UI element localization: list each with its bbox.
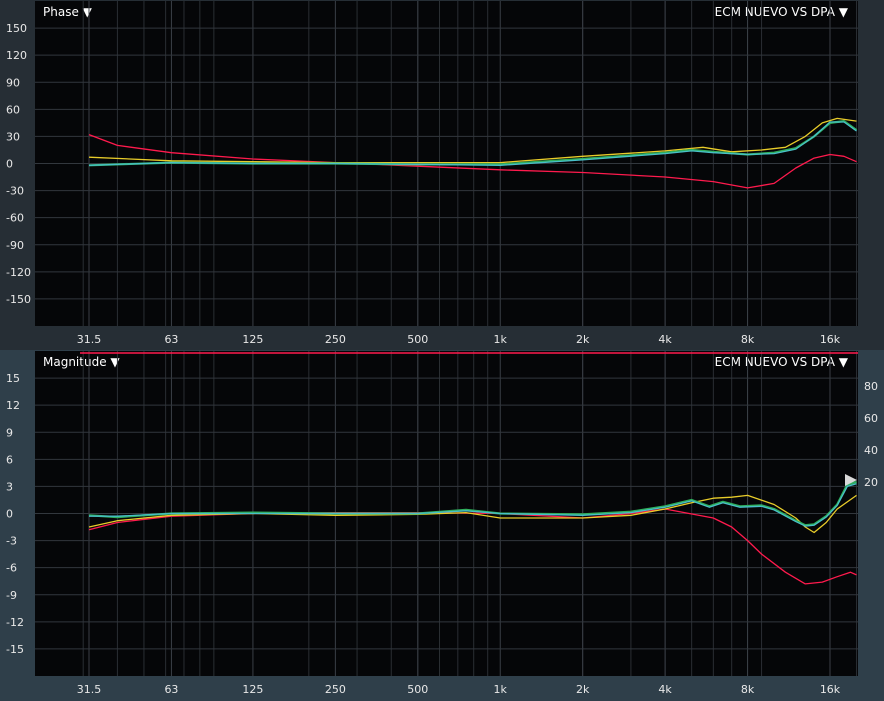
phase-y-tick-label: 150: [6, 22, 27, 35]
phase-panel: Phase ▼ ECM NUEVO VS DPA ▼ 150 120 90 60 30 0…: [0, 0, 884, 350]
phase-y-tick-label: -60: [6, 212, 24, 225]
magnitude-y2-tick-label: 80: [864, 380, 878, 393]
phase-x-tick-label: 4k: [658, 333, 672, 346]
magnitude-y2-tick-label: 40: [864, 444, 878, 457]
phase-y-tick-label: -120: [6, 266, 31, 279]
magnitude-y-tick-label: -9: [6, 589, 17, 602]
magnitude-chart: 15129630-3-6-9-12-1531.5 63 125 250 500 1k 2k 4…: [6, 351, 878, 696]
magnitude-y2-tick-label: 60: [864, 412, 878, 425]
transfer-function-window: Phase ▼ ECM NUEVO VS DPA ▼ 150 120 90 60 30 0…: [0, 0, 884, 701]
magnitude-x-tick-label: 2k: [576, 683, 590, 696]
magnitude-y-tick-label: -15: [6, 643, 24, 656]
phase-chart: 150 120 90 60 30 0 -30 -60 -90 -120 -150 31.5 63 125 2…: [6, 1, 858, 346]
magnitude-y-tick-label: 0: [6, 508, 13, 521]
magnitude-y-tick-label: 15: [6, 372, 20, 385]
phase-x-tick-label: 1k: [494, 333, 508, 346]
magnitude-series-green: [88, 480, 857, 527]
phase-x-tick-label: 2k: [576, 333, 590, 346]
phase-y-tick-label: 0: [6, 158, 13, 171]
magnitude-y-tick-label: 3: [6, 480, 13, 493]
magnitude-series-red: [88, 508, 857, 585]
magnitude-x-tick-label: 16k: [820, 683, 841, 696]
magnitude-x-tick-label: 4k: [658, 683, 672, 696]
phase-x-tick-label: 125: [242, 333, 263, 346]
magnitude-y-tick-label: 9: [6, 426, 13, 439]
phase-series-green: [88, 119, 858, 167]
phase-x-tick-label: 250: [325, 333, 346, 346]
magnitude-x-tick-label: 8k: [741, 683, 755, 696]
phase-series-cyan: [88, 121, 857, 166]
phase-y-tick-label: 30: [6, 130, 20, 143]
magnitude-x-tick-label: 31.5: [77, 683, 102, 696]
phase-x-tick-label: 8k: [741, 333, 755, 346]
phase-y-tick-label: 120: [6, 49, 27, 62]
magnitude-x-tick-label: 1k: [494, 683, 508, 696]
magnitude-x-tick-label: 63: [164, 683, 178, 696]
magnitude-y-tick-label: -3: [6, 535, 17, 548]
phase-x-tick-label: 31.5: [77, 333, 102, 346]
magnitude-panel: Magnitude ▼ ECM NUEVO VS DPA ▼ 15 12 9 6 3 0-…: [0, 350, 884, 701]
phase-series-yellow: [88, 117, 857, 164]
phase-x-tick-label: 16k: [820, 333, 841, 346]
magnitude-y-tick-label: -6: [6, 562, 17, 575]
magnitude-y2-tick-label: 20: [864, 476, 878, 489]
phase-y-tick-label: 60: [6, 103, 20, 116]
phase-y-tick-label: -150: [6, 293, 31, 306]
phase-y-tick-label: -30: [6, 185, 24, 198]
magnitude-x-tick-label: 500: [407, 683, 428, 696]
phase-y-tick-label: -90: [6, 239, 24, 252]
phase-y-tick-label: 90: [6, 76, 20, 89]
phase-x-tick-label: 63: [164, 333, 178, 346]
magnitude-y-tick-label: 12: [6, 399, 20, 412]
magnitude-x-tick-label: 125: [242, 683, 263, 696]
magnitude-x-tick-label: 250: [325, 683, 346, 696]
magnitude-y-tick-label: -12: [6, 616, 24, 629]
magnitude-series-cyan: [89, 483, 857, 527]
magnitude-y-tick-label: 6: [6, 453, 13, 466]
phase-x-tick-label: 500: [407, 333, 428, 346]
